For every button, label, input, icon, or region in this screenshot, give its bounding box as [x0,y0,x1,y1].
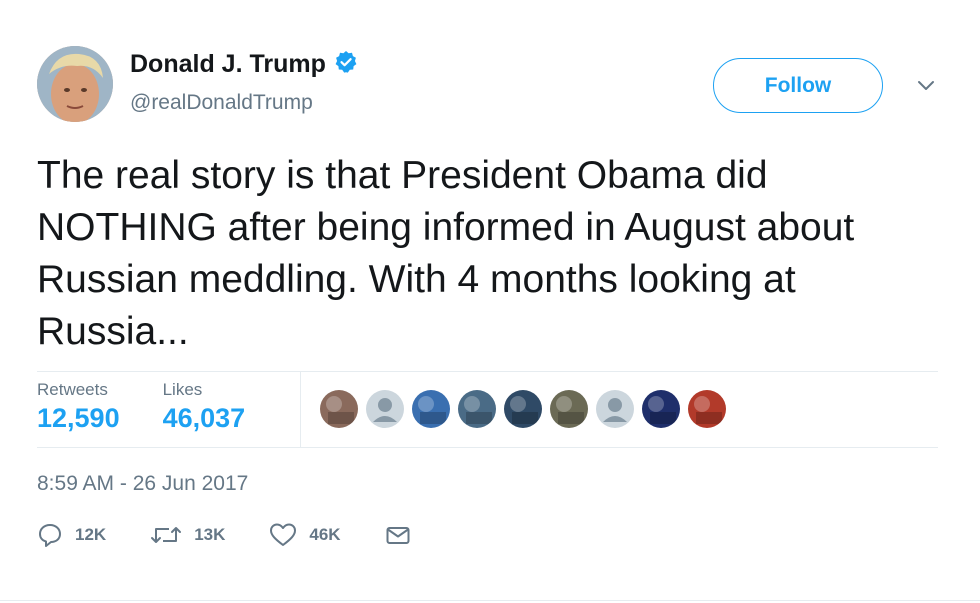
user-photo-icon [510,396,538,424]
reply-button[interactable]: 12K [37,522,106,548]
reply-count: 12K [75,525,107,544]
liker-avatar[interactable] [642,390,680,428]
tweet-text: The real story is that President Obama d… [37,154,855,353]
stats-bottom-divider [37,447,938,448]
like-count: 46K [309,525,341,544]
liker-avatar[interactable] [366,390,404,428]
envelope-icon [385,522,411,548]
user-photo-icon [418,396,446,424]
liker-avatar[interactable] [688,390,726,428]
likes-label: Likes [162,380,203,399]
retweets-stat[interactable]: Retweets 12,590 [37,372,120,448]
author-name[interactable]: Donald J. Trump [130,50,326,79]
default-avatar-icon [373,398,397,422]
heart-icon [269,522,297,548]
chevron-down-icon[interactable] [915,75,937,97]
author-avatar-image [37,46,113,122]
tweet-stats: Retweets 12,590 Likes 46,037 [37,372,288,448]
user-photo-icon [326,396,354,424]
likes-stat[interactable]: Likes 46,037 [163,372,246,448]
liker-avatar[interactable] [550,390,588,428]
retweet-button[interactable]: 13K [150,522,225,548]
default-avatar-icon [603,398,627,422]
user-photo-icon [694,396,722,424]
tweet-actions: 12K 13K 46K [37,522,455,548]
follow-button[interactable]: Follow [713,58,883,113]
retweets-label: Retweets [37,380,108,399]
direct-message-button[interactable] [385,522,411,548]
user-photo-icon [464,396,492,424]
liker-avatar[interactable] [596,390,634,428]
like-button[interactable]: 46K [269,522,341,548]
liker-avatars [320,390,734,428]
retweet-count: 13K [194,525,226,544]
user-photo-icon [556,396,584,424]
bottom-border [0,600,980,601]
liker-avatar[interactable] [412,390,450,428]
liker-avatar[interactable] [458,390,496,428]
liker-avatar[interactable] [320,390,358,428]
reply-icon [37,522,63,548]
retweets-count: 12,590 [37,403,120,433]
retweet-icon [150,522,182,548]
verified-badge-icon [334,50,358,79]
author-name-row[interactable]: Donald J. Trump [130,50,358,79]
author-handle[interactable]: @realDonaldTrump [130,91,313,115]
user-photo-icon [648,396,676,424]
tweet-timestamp[interactable]: 8:59 AM - 26 Jun 2017 [37,472,248,496]
likes-count: 46,037 [162,403,246,433]
author-avatar[interactable] [37,46,113,122]
stats-separator [300,372,301,448]
liker-avatar[interactable] [504,390,542,428]
